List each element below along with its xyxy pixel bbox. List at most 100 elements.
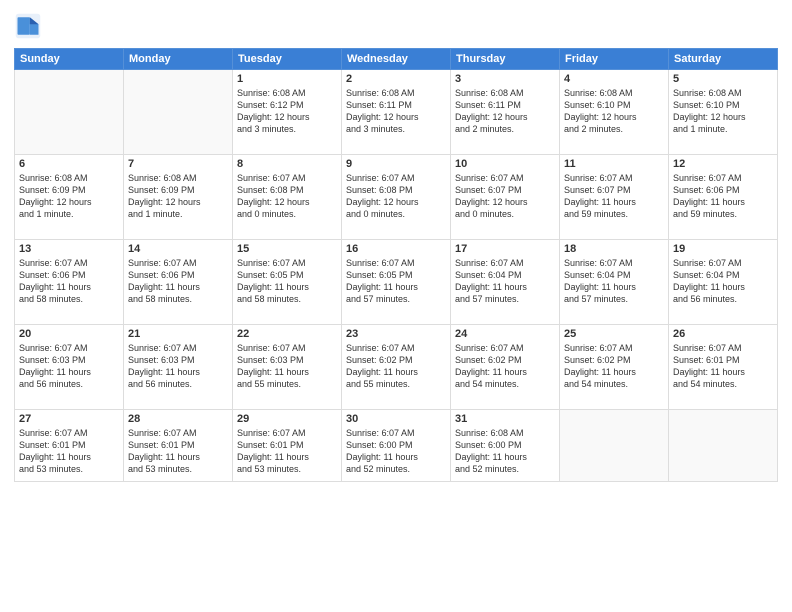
day-number: 3	[455, 73, 555, 85]
day-info: Sunrise: 6:07 AMSunset: 6:04 PMDaylight:…	[673, 257, 773, 306]
table-row: 31Sunrise: 6:08 AMSunset: 6:00 PMDayligh…	[451, 410, 560, 482]
day-number: 1	[237, 73, 337, 85]
logo	[14, 12, 46, 40]
table-row: 28 Sunrise: 6:07 AMSunset: 6:01 PMDayligh…	[124, 410, 233, 482]
day-number: 17	[455, 243, 555, 255]
th-friday: Friday	[560, 49, 669, 70]
header	[14, 12, 778, 40]
day-info: Sunrise: 6:08 AMSunset: 6:10 PMDaylight:…	[673, 87, 773, 136]
day-number: 26	[673, 328, 773, 340]
day-info: Sunrise: 6:07 AMSunset: 6:02 PMDaylight:…	[564, 342, 664, 391]
table-row: 14 Sunrise: 6:07 AMSunset: 6:06 PMDayligh…	[124, 240, 233, 325]
table-row	[124, 70, 233, 155]
day-number: 24	[455, 328, 555, 340]
day-info: Sunrise: 6:08 AMSunset: 6:09 PMDaylight:…	[19, 172, 119, 221]
table-row: 26 Sunrise: 6:07 AMSunset: 6:01 PMDayligh…	[669, 325, 778, 410]
day-info: Sunrise: 6:08 AMSunset: 6:09 PMDaylight:…	[128, 172, 228, 221]
day-info: Sunrise: 6:07 AMSunset: 6:05 PMDaylight:…	[346, 257, 446, 306]
day-number: 12	[673, 158, 773, 170]
calendar-week-row: 27Sunrise: 6:07 AMSunset: 6:01 PMDayligh…	[15, 410, 778, 482]
table-row: 21 Sunrise: 6:07 AMSunset: 6:03 PMDayligh…	[124, 325, 233, 410]
table-row: 9Sunrise: 6:07 AMSunset: 6:08 PMDaylight…	[342, 155, 451, 240]
day-info: Sunrise: 6:07 AMSunset: 6:02 PMDaylight:…	[346, 342, 446, 391]
day-number: 14	[128, 243, 228, 255]
table-row: 11 Sunrise: 6:07 AMSunset: 6:07 PMDayligh…	[560, 155, 669, 240]
day-info: Sunrise: 6:07 AMSunset: 6:01 PMDaylight:…	[237, 427, 337, 476]
day-number: 22	[237, 328, 337, 340]
table-row: 15Sunrise: 6:07 AMSunset: 6:05 PMDayligh…	[233, 240, 342, 325]
th-sunday: Sunday	[15, 49, 124, 70]
day-info: Sunrise: 6:07 AMSunset: 6:03 PMDaylight:…	[128, 342, 228, 391]
table-row: 10Sunrise: 6:07 AMSunset: 6:07 PMDayligh…	[451, 155, 560, 240]
calendar-week-row: 13 Sunrise: 6:07 AMSunset: 6:06 PMDayligh…	[15, 240, 778, 325]
table-row: 6 Sunrise: 6:08 AMSunset: 6:09 PMDaylight…	[15, 155, 124, 240]
day-number: 8	[237, 158, 337, 170]
day-info: Sunrise: 6:07 AMSunset: 6:01 PMDaylight:…	[673, 342, 773, 391]
day-info: Sunrise: 6:07 AMSunset: 6:03 PMDaylight:…	[19, 342, 119, 391]
day-info: Sunrise: 6:08 AMSunset: 6:11 PMDaylight:…	[455, 87, 555, 136]
day-info: Sunrise: 6:07 AMSunset: 6:08 PMDaylight:…	[346, 172, 446, 221]
table-row	[15, 70, 124, 155]
table-row: 25Sunrise: 6:07 AMSunset: 6:02 PMDayligh…	[560, 325, 669, 410]
day-info: Sunrise: 6:07 AMSunset: 6:06 PMDaylight:…	[673, 172, 773, 221]
table-row: 19 Sunrise: 6:07 AMSunset: 6:04 PMDayligh…	[669, 240, 778, 325]
table-row: 2 Sunrise: 6:08 AMSunset: 6:11 PMDaylight…	[342, 70, 451, 155]
table-row: 18Sunrise: 6:07 AMSunset: 6:04 PMDayligh…	[560, 240, 669, 325]
table-row: 29 Sunrise: 6:07 AMSunset: 6:01 PMDayligh…	[233, 410, 342, 482]
page: Sunday Monday Tuesday Wednesday Thursday…	[0, 0, 792, 612]
th-tuesday: Tuesday	[233, 49, 342, 70]
table-row: 13 Sunrise: 6:07 AMSunset: 6:06 PMDayligh…	[15, 240, 124, 325]
day-info: Sunrise: 6:08 AMSunset: 6:11 PMDaylight:…	[346, 87, 446, 136]
table-row: 8 Sunrise: 6:07 AMSunset: 6:08 PMDaylight…	[233, 155, 342, 240]
th-thursday: Thursday	[451, 49, 560, 70]
calendar-header-row: Sunday Monday Tuesday Wednesday Thursday…	[15, 49, 778, 70]
day-info: Sunrise: 6:07 AMSunset: 6:06 PMDaylight:…	[19, 257, 119, 306]
day-info: Sunrise: 6:07 AMSunset: 6:06 PMDaylight:…	[128, 257, 228, 306]
day-number: 23	[346, 328, 446, 340]
day-number: 4	[564, 73, 664, 85]
day-number: 16	[346, 243, 446, 255]
day-number: 28	[128, 413, 228, 425]
table-row: 5 Sunrise: 6:08 AMSunset: 6:10 PMDaylight…	[669, 70, 778, 155]
table-row: 16 Sunrise: 6:07 AMSunset: 6:05 PMDayligh…	[342, 240, 451, 325]
day-number: 19	[673, 243, 773, 255]
day-info: Sunrise: 6:07 AMSunset: 6:01 PMDaylight:…	[128, 427, 228, 476]
day-info: Sunrise: 6:07 AMSunset: 6:00 PMDaylight:…	[346, 427, 446, 476]
day-info: Sunrise: 6:08 AMSunset: 6:00 PMDaylight:…	[455, 427, 555, 476]
table-row: 24 Sunrise: 6:07 AMSunset: 6:02 PMDayligh…	[451, 325, 560, 410]
table-row	[560, 410, 669, 482]
day-info: Sunrise: 6:07 AMSunset: 6:07 PMDaylight:…	[564, 172, 664, 221]
table-row: 3 Sunrise: 6:08 AMSunset: 6:11 PMDaylight…	[451, 70, 560, 155]
table-row: 22 Sunrise: 6:07 AMSunset: 6:03 PMDayligh…	[233, 325, 342, 410]
day-number: 20	[19, 328, 119, 340]
day-number: 7	[128, 158, 228, 170]
table-row: 17 Sunrise: 6:07 AMSunset: 6:04 PMDayligh…	[451, 240, 560, 325]
day-number: 21	[128, 328, 228, 340]
day-number: 2	[346, 73, 446, 85]
th-wednesday: Wednesday	[342, 49, 451, 70]
logo-icon	[14, 12, 42, 40]
table-row: 7 Sunrise: 6:08 AMSunset: 6:09 PMDaylight…	[124, 155, 233, 240]
day-number: 18	[564, 243, 664, 255]
day-number: 29	[237, 413, 337, 425]
day-info: Sunrise: 6:07 AMSunset: 6:04 PMDaylight:…	[455, 257, 555, 306]
day-info: Sunrise: 6:07 AMSunset: 6:05 PMDaylight:…	[237, 257, 337, 306]
day-info: Sunrise: 6:07 AMSunset: 6:08 PMDaylight:…	[237, 172, 337, 221]
day-info: Sunrise: 6:07 AMSunset: 6:03 PMDaylight:…	[237, 342, 337, 391]
day-number: 30	[346, 413, 446, 425]
day-number: 11	[564, 158, 664, 170]
table-row: 23 Sunrise: 6:07 AMSunset: 6:02 PMDayligh…	[342, 325, 451, 410]
day-info: Sunrise: 6:08 AMSunset: 6:12 PMDaylight:…	[237, 87, 337, 136]
day-number: 13	[19, 243, 119, 255]
day-number: 10	[455, 158, 555, 170]
table-row: 20 Sunrise: 6:07 AMSunset: 6:03 PMDayligh…	[15, 325, 124, 410]
day-number: 6	[19, 158, 119, 170]
table-row: 27Sunrise: 6:07 AMSunset: 6:01 PMDayligh…	[15, 410, 124, 482]
day-info: Sunrise: 6:07 AMSunset: 6:02 PMDaylight:…	[455, 342, 555, 391]
calendar-week-row: 1 Sunrise: 6:08 AMSunset: 6:12 PMDaylight…	[15, 70, 778, 155]
day-info: Sunrise: 6:07 AMSunset: 6:01 PMDaylight:…	[19, 427, 119, 476]
table-row: 12 Sunrise: 6:07 AMSunset: 6:06 PMDayligh…	[669, 155, 778, 240]
th-monday: Monday	[124, 49, 233, 70]
day-number: 5	[673, 73, 773, 85]
calendar-week-row: 6 Sunrise: 6:08 AMSunset: 6:09 PMDaylight…	[15, 155, 778, 240]
